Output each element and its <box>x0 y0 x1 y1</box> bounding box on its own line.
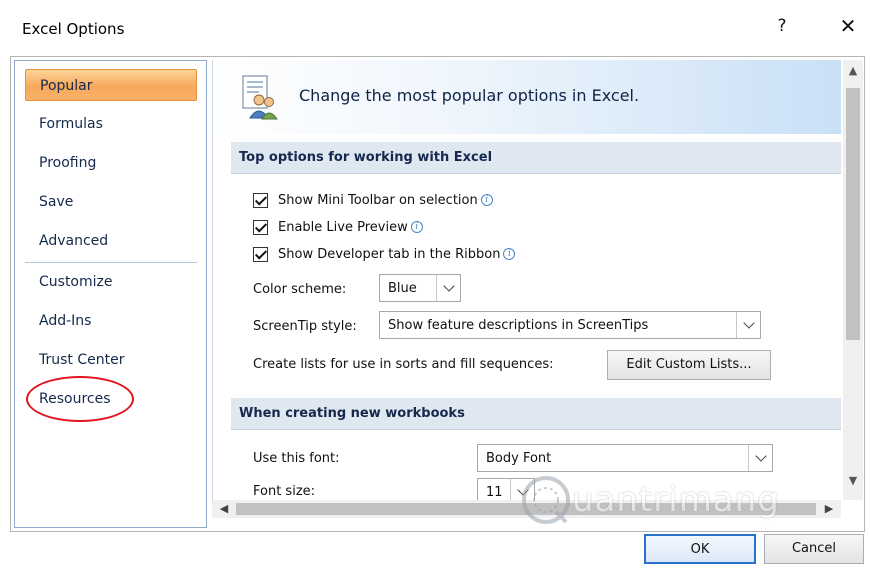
options-nav: Popular Formulas Proofing Save Advanced … <box>14 60 207 528</box>
nav-item-add-ins[interactable]: Add-Ins <box>25 305 197 337</box>
font-size-select[interactable]: 11 <box>477 478 535 500</box>
section-top-options: Top options for working with Excel <box>231 142 841 174</box>
font-label: Use this font: <box>253 451 340 466</box>
color-scheme-value: Blue <box>388 280 417 296</box>
scroll-left-icon[interactable]: ◀ <box>214 500 234 518</box>
custom-lists-label: Create lists for use in sorts and fill s… <box>253 357 554 372</box>
cancel-button[interactable]: Cancel <box>764 534 864 564</box>
screentip-style-label: ScreenTip style: <box>253 319 357 334</box>
checkbox-mini-toolbar-label: Show Mini Toolbar on selection <box>278 192 478 208</box>
screentip-style-select[interactable]: Show feature descriptions in ScreenTips <box>379 311 761 339</box>
font-size-value: 11 <box>486 484 503 500</box>
title-bar: Excel Options ? ✕ <box>0 0 870 56</box>
option-mini-toolbar: Show Mini Toolbar on selection i <box>253 190 493 210</box>
vertical-scroll-thumb[interactable] <box>846 88 860 340</box>
checkbox-developer-tab-label: Show Developer tab in the Ribbon <box>278 246 501 262</box>
nav-item-save[interactable]: Save <box>25 186 197 218</box>
chevron-down-icon <box>436 275 460 301</box>
option-developer-tab: Show Developer tab in the Ribbon i <box>253 244 516 264</box>
ok-button[interactable]: OK <box>644 534 756 564</box>
content-pane: Change the most popular options in Excel… <box>212 60 841 500</box>
header-band: Change the most popular options in Excel… <box>213 60 841 134</box>
nav-separator <box>25 262 197 263</box>
screentip-style-value: Show feature descriptions in ScreenTips <box>388 317 649 333</box>
window-title: Excel Options <box>22 20 125 38</box>
nav-item-trust-center[interactable]: Trust Center <box>25 344 197 376</box>
horizontal-scroll-thumb[interactable] <box>236 503 816 515</box>
chevron-down-icon <box>748 445 772 471</box>
info-icon: i <box>480 194 493 206</box>
popular-options-icon <box>242 75 278 120</box>
nav-item-formulas[interactable]: Formulas <box>25 108 197 140</box>
font-value: Body Font <box>486 450 552 466</box>
checkbox-live-preview-label: Enable Live Preview <box>278 219 408 235</box>
option-live-preview: Enable Live Preview i <box>253 217 423 237</box>
info-icon: i <box>410 221 423 233</box>
scroll-up-icon[interactable]: ▲ <box>843 64 863 84</box>
color-scheme-label: Color scheme: <box>253 282 347 297</box>
help-button[interactable]: ? <box>770 16 794 36</box>
checkbox-mini-toolbar[interactable] <box>253 192 268 208</box>
scroll-right-icon[interactable]: ▶ <box>819 500 839 518</box>
close-button[interactable]: ✕ <box>834 14 862 38</box>
nav-item-advanced[interactable]: Advanced <box>25 225 197 257</box>
nav-item-proofing[interactable]: Proofing <box>25 147 197 179</box>
color-scheme-select[interactable]: Blue <box>379 274 461 302</box>
font-select[interactable]: Body Font <box>477 444 773 472</box>
chevron-down-icon <box>736 312 760 338</box>
horizontal-scrollbar[interactable]: ◀ ▶ <box>212 500 841 518</box>
checkbox-live-preview[interactable] <box>253 219 268 235</box>
header-title: Change the most popular options in Excel… <box>299 86 640 105</box>
vertical-scrollbar[interactable]: ▲ ▼ <box>843 60 863 500</box>
chevron-down-icon <box>510 479 534 500</box>
font-size-label: Font size: <box>253 484 316 499</box>
nav-item-popular[interactable]: Popular <box>25 69 197 101</box>
info-icon: i <box>503 248 516 260</box>
scroll-down-icon[interactable]: ▼ <box>843 474 863 494</box>
section-new-workbooks: When creating new workbooks <box>231 398 841 430</box>
nav-item-customize[interactable]: Customize <box>25 266 197 298</box>
edit-custom-lists-button[interactable]: Edit Custom Lists... <box>607 350 771 380</box>
nav-item-resources[interactable]: Resources <box>25 383 197 415</box>
checkbox-developer-tab[interactable] <box>253 246 268 262</box>
